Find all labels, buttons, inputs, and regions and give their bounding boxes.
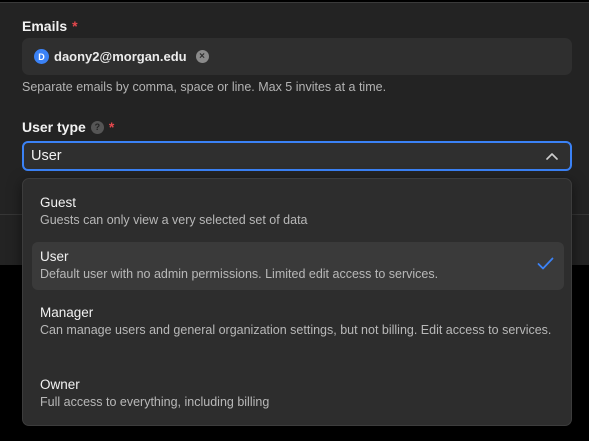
emails-input[interactable]: D daony2@morgan.edu × — [22, 38, 572, 75]
emails-hint: Separate emails by comma, space or line.… — [22, 80, 387, 94]
option-title: Guest — [40, 195, 77, 210]
option-description: Default user with no admin permissions. … — [40, 267, 439, 281]
option-description: Guests can only view a very selected set… — [40, 213, 308, 227]
user-type-label: User type ? * — [22, 119, 114, 135]
option-guest[interactable]: Guest Guests can only view a very select… — [32, 188, 564, 235]
user-type-dropdown: Guest Guests can only view a very select… — [22, 178, 572, 426]
close-icon[interactable]: × — [195, 50, 209, 63]
option-title: Manager — [40, 305, 94, 320]
option-owner[interactable]: Owner Full access to everything, includi… — [32, 370, 564, 417]
option-description: Can manage users and general organizatio… — [40, 323, 552, 337]
chevron-up-icon — [546, 153, 558, 160]
option-description: Full access to everything, including bil… — [40, 395, 270, 409]
emails-label: Emails * — [22, 18, 78, 34]
option-title: User — [40, 249, 69, 264]
user-type-label-text: User type — [22, 119, 86, 135]
email-chip-text: daony2@morgan.edu — [54, 49, 187, 64]
option-title: Owner — [40, 377, 80, 392]
user-type-selected-value: User — [31, 148, 62, 164]
check-icon — [537, 257, 554, 270]
option-manager[interactable]: Manager Can manage users and general org… — [32, 298, 564, 345]
emails-required-mark: * — [72, 18, 78, 34]
help-icon[interactable]: ? — [90, 120, 104, 134]
user-type-required-mark: * — [108, 119, 115, 135]
option-user[interactable]: User Default user with no admin permissi… — [32, 242, 564, 290]
user-type-select[interactable]: User — [22, 141, 572, 171]
email-chip-avatar: D — [34, 49, 49, 64]
email-chip: D daony2@morgan.edu × — [34, 49, 209, 64]
emails-label-text: Emails — [22, 18, 68, 34]
